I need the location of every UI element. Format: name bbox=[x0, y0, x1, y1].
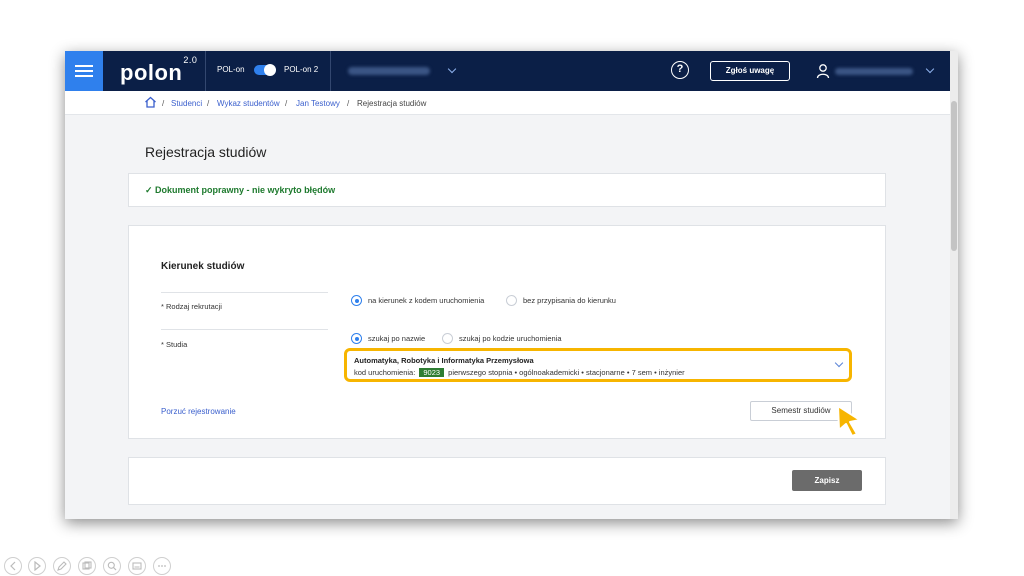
user-icon[interactable] bbox=[816, 63, 830, 79]
radio-with-code[interactable] bbox=[351, 295, 362, 306]
app-window: polon2.0 POL-on POL-on 2 ? Zgłoś uwagę /… bbox=[65, 51, 958, 519]
breadcrumb-student-list[interactable]: Wykaz studentów bbox=[217, 99, 280, 108]
scrollbar[interactable] bbox=[950, 51, 958, 519]
polon-logo[interactable]: polon2.0 bbox=[120, 55, 197, 86]
code-label: kod uruchomienia: bbox=[354, 368, 416, 377]
toggle-label-right: POL-on 2 bbox=[284, 65, 319, 74]
study-program-select[interactable]: Automatyka, Robotyka i Informatyka Przem… bbox=[344, 348, 852, 382]
previous-icon[interactable] bbox=[4, 557, 22, 575]
help-button[interactable]: ? bbox=[671, 61, 689, 79]
menu-icon-bar bbox=[75, 75, 93, 77]
abandon-registration-link[interactable]: Porzuć rejestrowanie bbox=[161, 407, 236, 416]
validation-status: ✓ Dokument poprawny - nie wykryto błędów bbox=[145, 185, 336, 195]
selected-program-details: kod uruchomienia: 9023 pierwszego stopni… bbox=[354, 368, 685, 377]
institution-selector-redacted[interactable] bbox=[348, 67, 430, 75]
radio-search-by-name-label[interactable]: szukaj po nazwie bbox=[368, 334, 425, 343]
home-icon[interactable] bbox=[144, 96, 157, 108]
breadcrumb-separator: / bbox=[207, 99, 210, 108]
breadcrumb-separator: / bbox=[162, 99, 165, 108]
zoom-icon[interactable] bbox=[103, 557, 121, 575]
slides-icon[interactable] bbox=[78, 557, 96, 575]
chevron-down-icon[interactable] bbox=[925, 64, 935, 74]
divider bbox=[330, 51, 331, 91]
chevron-down-icon[interactable] bbox=[834, 358, 844, 368]
radio-search-by-name[interactable] bbox=[351, 333, 362, 344]
divider bbox=[161, 329, 328, 330]
scrollbar-thumb[interactable] bbox=[951, 101, 957, 251]
chevron-down-icon[interactable] bbox=[447, 64, 457, 74]
system-toggle[interactable] bbox=[254, 64, 276, 76]
toggle-label-left: POL-on bbox=[217, 65, 245, 74]
radio-with-code-label[interactable]: na kierunek z kodem uruchomienia bbox=[368, 296, 484, 305]
selected-program-name: Automatyka, Robotyka i Informatyka Przem… bbox=[354, 356, 534, 365]
save-button[interactable]: Zapisz bbox=[792, 470, 862, 491]
report-issue-button[interactable]: Zgłoś uwagę bbox=[710, 61, 790, 81]
top-navigation-bar: polon2.0 POL-on POL-on 2 ? Zgłoś uwagę bbox=[65, 51, 958, 91]
radio-without-assignment-label[interactable]: bez przypisania do kierunku bbox=[523, 296, 616, 305]
breadcrumb-current: Rejestracja studiów bbox=[357, 99, 427, 108]
divider bbox=[205, 51, 206, 91]
more-icon[interactable] bbox=[153, 557, 171, 575]
divider bbox=[161, 292, 328, 293]
radio-without-assignment[interactable] bbox=[506, 295, 517, 306]
section-title: Kierunek studiów bbox=[161, 261, 245, 272]
subtitles-icon[interactable] bbox=[128, 557, 146, 575]
breadcrumb-separator: / bbox=[347, 99, 350, 108]
breadcrumb-separator: / bbox=[285, 99, 288, 108]
page-title: Rejestracja studiów bbox=[145, 144, 267, 160]
cursor-pointer-icon bbox=[837, 405, 861, 437]
menu-icon-bar bbox=[75, 70, 93, 72]
breadcrumb: / Studenci / Wykaz studentów / Jan Testo… bbox=[65, 91, 958, 115]
studies-label: * Studia bbox=[161, 340, 188, 349]
program-code-badge: 9023 bbox=[419, 368, 445, 377]
breadcrumb-student[interactable]: Jan Testowy bbox=[296, 99, 340, 108]
menu-icon bbox=[75, 65, 93, 67]
breadcrumb-students[interactable]: Studenci bbox=[171, 99, 202, 108]
actions-card bbox=[128, 457, 886, 505]
play-icon[interactable] bbox=[28, 557, 46, 575]
program-details: pierwszego stopnia • ogólnoakademicki • … bbox=[448, 368, 685, 377]
toggle-knob bbox=[264, 64, 276, 76]
radio-search-by-code[interactable] bbox=[442, 333, 453, 344]
recruitment-type-label: * Rodzaj rekrutacji bbox=[161, 302, 222, 311]
radio-search-by-code-label[interactable]: szukaj po kodzie uruchomienia bbox=[459, 334, 562, 343]
menu-button[interactable] bbox=[65, 51, 103, 91]
user-name-redacted[interactable] bbox=[835, 68, 913, 75]
pen-icon[interactable] bbox=[53, 557, 71, 575]
